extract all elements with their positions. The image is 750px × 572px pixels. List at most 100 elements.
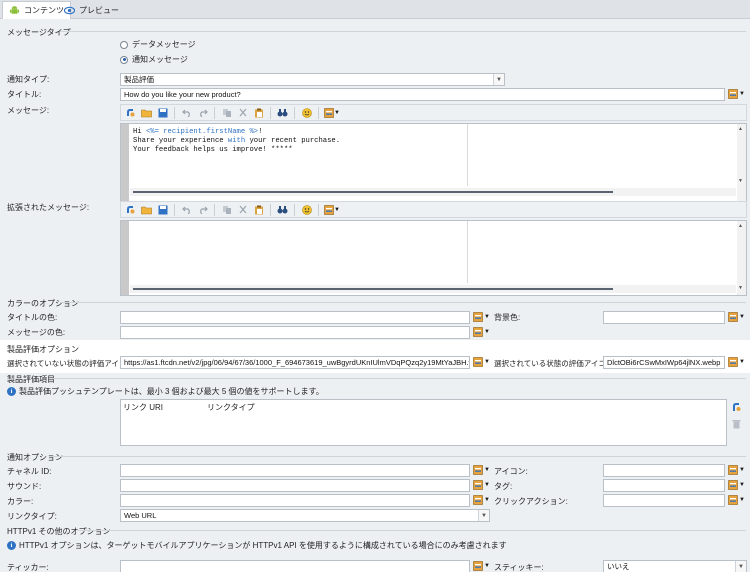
redo-button[interactable] [195,202,210,217]
icon-personalize-button[interactable]: ▼ [728,465,745,475]
undo-button[interactable] [179,202,194,217]
sound-input[interactable] [120,479,470,492]
undo-icon [181,109,190,117]
insert-personalization-button[interactable] [123,202,138,217]
dropdown-arrow-icon: ▼ [484,563,490,569]
toolbar-separator [174,106,175,119]
radio-data-message-label: データメッセージ [132,40,196,49]
color-input[interactable] [120,494,470,507]
scroll-up-icon[interactable]: ▲ [738,223,743,229]
channel-id-personalize-button[interactable]: ▼ [473,465,490,475]
add-item-button[interactable] [731,401,741,414]
unselected-icon-input[interactable]: https://as1.ftcdn.net/v2/jpg/06/94/67/36… [120,356,470,369]
horizontal-scrollbar[interactable] [130,188,736,196]
extended-message-editor[interactable]: ▲ ▼ [120,220,747,296]
unselected-icon-label: 選択されていない状態の評価アイコン: [7,359,136,368]
personalize-icon [324,204,334,215]
chevron-down-icon[interactable]: ▼ [478,510,489,521]
color-personalize-button[interactable]: ▼ [473,495,490,505]
scroll-down-icon[interactable]: ▼ [738,285,743,291]
click-action-personalize-button[interactable]: ▼ [728,495,745,505]
message-color-picker-button[interactable]: ▼ [473,327,490,337]
message-toolbar: ▼ [120,104,747,121]
chevron-down-icon[interactable]: ▼ [735,561,746,572]
vertical-scrollbar[interactable]: ▲ ▼ [737,221,746,295]
paste-button[interactable] [251,105,266,120]
paste-button[interactable] [251,202,266,217]
tag-input[interactable] [603,479,725,492]
personalize-icon [473,327,483,337]
column-header-link-type[interactable]: リンクタイプ [207,402,255,413]
selected-icon-personalize-button[interactable]: ▼ [728,357,745,367]
link-type-select[interactable]: Web URL ▼ [120,509,490,522]
insert-personalization-button[interactable] [123,105,138,120]
personalize-dropdown-button[interactable]: ▼ [323,202,341,217]
save-button[interactable] [155,202,170,217]
find-button[interactable] [275,105,290,120]
column-header-link-uri[interactable]: リンク URI [123,402,163,413]
scrollbar-thumb[interactable] [133,191,613,193]
background-color-input[interactable] [603,311,725,324]
info-icon: i [7,541,16,550]
chevron-down-icon[interactable]: ▼ [493,74,504,85]
open-button[interactable] [139,202,154,217]
title-color-picker-button[interactable]: ▼ [473,312,490,322]
sound-personalize-button[interactable]: ▼ [473,480,490,490]
title-input[interactable]: How do you like your new product? [120,88,725,101]
cut-button[interactable] [235,202,250,217]
radio-notification-message-label: 通知メッセージ [132,55,188,64]
title-color-input[interactable] [120,311,470,324]
sticky-select[interactable]: いいえ ▼ [603,560,747,572]
title-personalize-button[interactable]: ▼ [728,89,745,99]
rating-items-table[interactable]: リンク URI リンクタイプ [120,399,727,446]
channel-id-label: チャネル ID: [7,467,52,476]
save-icon [158,205,167,214]
scroll-up-icon[interactable]: ▲ [738,126,743,132]
selected-icon-input[interactable]: DlctOBi6rCSwMxIWp64jlNX.webp [603,356,725,369]
click-action-input[interactable] [603,494,725,507]
color-label: カラー: [7,497,34,506]
message-text[interactable]: Hi <%= recipient.firstName %>! Share you… [133,128,340,155]
channel-id-input[interactable] [120,464,470,477]
message-color-input[interactable] [120,326,470,339]
emoji-button[interactable] [299,105,314,120]
tab-bar: コンテンツ プレビュー [0,0,750,19]
radio-button[interactable] [120,40,128,49]
notification-type-select[interactable]: 製品評価 ▼ [120,73,505,86]
notification-options-title: 通知オプション [7,453,63,462]
copy-button[interactable] [219,105,234,120]
link-type-value: Web URL [124,511,157,520]
tab-preview[interactable]: プレビュー [58,1,125,19]
title-color-label: タイトルの色: [7,313,58,322]
dropdown-arrow-icon: ▼ [484,329,490,335]
open-button[interactable] [139,105,154,120]
radio-button-selected[interactable] [120,55,128,64]
personalize-dropdown-button[interactable]: ▼ [323,105,341,120]
smiley-icon [301,204,312,215]
cut-button[interactable] [235,105,250,120]
emoji-button[interactable] [299,202,314,217]
find-button[interactable] [275,202,290,217]
undo-button[interactable] [179,105,194,120]
delete-item-button[interactable] [732,419,741,431]
icon-input[interactable] [603,464,725,477]
scroll-down-icon[interactable]: ▼ [738,178,743,184]
message-line-1: Hi <%= recipient.firstName %>! [133,128,263,136]
tag-personalize-button[interactable]: ▼ [728,480,745,490]
android-icon [9,6,20,14]
redo-button[interactable] [195,105,210,120]
ticker-input[interactable] [120,560,470,572]
title-label: タイトル: [7,90,42,99]
copy-button[interactable] [219,202,234,217]
background-color-picker-button[interactable]: ▼ [728,312,745,322]
radio-data-message[interactable]: データメッセージ [120,39,196,50]
selected-icon-value: DlctOBi6rCSwMxIWp64jlNX.webp [607,358,721,367]
save-button[interactable] [155,105,170,120]
dropdown-arrow-icon: ▼ [334,206,340,213]
horizontal-scrollbar[interactable] [130,285,736,293]
radio-notification-message[interactable]: 通知メッセージ [120,54,188,65]
ticker-personalize-button[interactable]: ▼ [473,561,490,571]
personalize-icon [728,89,738,99]
unselected-icon-personalize-button[interactable]: ▼ [473,357,490,367]
scrollbar-thumb[interactable] [133,288,613,290]
